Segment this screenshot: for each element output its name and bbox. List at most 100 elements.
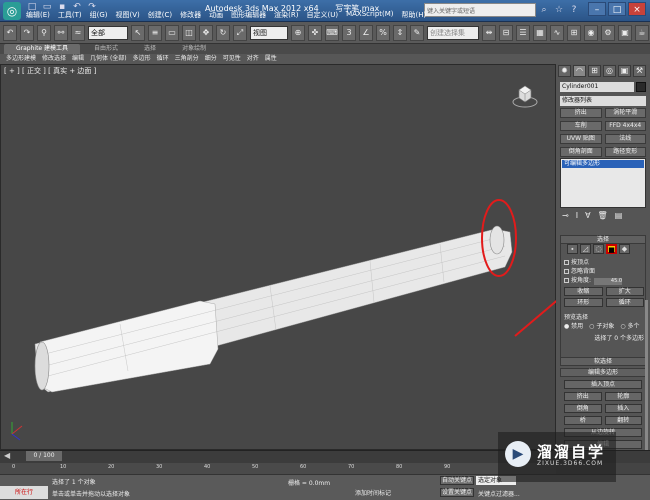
key-filters-button[interactable]: 关键点过滤器... (478, 489, 520, 498)
minimize-button[interactable]: – (588, 2, 606, 16)
angle-snap-icon[interactable]: ∠ (359, 24, 373, 41)
pen-model[interactable] (34, 225, 513, 393)
tab-selection[interactable]: 选择 (132, 44, 168, 54)
modify-icon[interactable]: ◠ (573, 65, 586, 77)
menu-edit[interactable]: 编辑(E) (26, 10, 50, 20)
object-name-field[interactable]: Cylinder001 (560, 82, 634, 92)
menu-group[interactable]: 组(G) (90, 10, 108, 20)
material-editor-icon[interactable]: ◉ (584, 24, 598, 41)
menu-tools[interactable]: 工具(T) (58, 10, 82, 20)
rendered-frame-icon[interactable]: ▣ (618, 24, 632, 41)
app-logo-icon[interactable]: ◎ (3, 2, 21, 20)
menu-animation[interactable]: 动画 (209, 10, 223, 20)
mini-curve-editor-icon[interactable]: ◀ (4, 451, 10, 460)
command-panel-scrollbar[interactable] (645, 300, 648, 450)
select-object-icon[interactable]: ↖ (131, 24, 145, 41)
flip-button[interactable]: 翻转 (604, 416, 642, 425)
preview-disabled-radio[interactable]: ● 禁用 (564, 321, 583, 330)
menu-graph-editors[interactable]: 图形编辑器 (231, 10, 266, 20)
select-and-manipulate-icon[interactable]: ✜ (308, 24, 322, 41)
scale-icon[interactable]: ⤢ (233, 24, 247, 41)
menu-rendering[interactable]: 渲染(R) (274, 10, 298, 20)
viewport-scene[interactable] (0, 74, 556, 450)
rotate-icon[interactable]: ↻ (216, 24, 230, 41)
ribbon-item-loops[interactable]: 循环 (157, 54, 169, 64)
ffd-modifier-button[interactable]: FFD 4x4x4 (604, 121, 646, 131)
preview-subobject-radio[interactable]: ○ 子对象 (589, 321, 614, 330)
soft-selection-rollout-header[interactable]: 软选择 (560, 357, 646, 366)
bind-spacewarp-icon[interactable]: ≈ (71, 24, 85, 41)
utilities-icon[interactable]: ⚒ (633, 65, 646, 77)
ribbon-item-subdivision[interactable]: 细分 (205, 54, 217, 64)
select-by-name-icon[interactable]: ≡ (148, 24, 162, 41)
spinner-snap-icon[interactable]: ⇕ (393, 24, 407, 41)
maximize-button[interactable]: □ (608, 2, 626, 16)
pivot-center-icon[interactable]: ⊕ (291, 24, 305, 41)
menu-maxscript[interactable]: MAXScript(M) (346, 10, 393, 20)
unlink-icon[interactable]: ⚯ (54, 24, 68, 41)
path-deform-modifier-button[interactable]: 路径变形 (604, 147, 646, 157)
turbosmooth-modifier-button[interactable]: 涡轮平滑 (604, 108, 646, 118)
maxscript-listener[interactable]: 所在行 (0, 486, 48, 499)
menu-modifiers[interactable]: 修改器 (180, 10, 201, 20)
inset-button[interactable]: 插入 (604, 404, 642, 413)
ribbon-item-polygon-modeling[interactable]: 多边形建模 (6, 54, 36, 64)
render-setup-icon[interactable]: ⚙ (601, 24, 615, 41)
reference-coordinate-dropdown[interactable]: 视图 (250, 25, 288, 40)
lathe-modifier-button[interactable]: 车削 (560, 121, 602, 131)
configure-sets-icon[interactable]: ▤ (615, 211, 623, 220)
loop-button[interactable]: 循环 (605, 298, 644, 307)
bevel-profile-modifier-button[interactable]: 倒角剖面 (560, 147, 602, 157)
insert-vertex-button[interactable]: 插入顶点 (564, 380, 642, 389)
motion-icon[interactable]: ◎ (603, 65, 616, 77)
display-icon[interactable]: ▣ (618, 65, 631, 77)
layer-manager-icon[interactable]: ☰ (516, 24, 530, 41)
help-icon[interactable]: ? (568, 4, 580, 16)
tab-graphite-modeling[interactable]: Graphite 建模工具 (4, 44, 81, 54)
ignore-backfacing-option[interactable]: 忽略背面 (564, 267, 644, 276)
ignore-backfacing-checkbox[interactable] (564, 269, 569, 274)
add-time-tag[interactable]: 添加时间标记 (355, 488, 391, 497)
edge-subobject-icon[interactable]: ◿ (580, 244, 591, 254)
align-icon[interactable]: ⊟ (499, 24, 513, 41)
edit-polygons-rollout-header[interactable]: 编辑多边形 (560, 368, 646, 377)
curve-editor-icon[interactable]: ∿ (550, 24, 564, 41)
extrude-button[interactable]: 挤出 (564, 392, 602, 401)
named-selection-sets-dropdown[interactable]: 创建选择集 (427, 25, 479, 40)
create-icon[interactable]: ✹ (558, 65, 571, 77)
outline-button[interactable]: 轮廓 (604, 392, 642, 401)
auto-key-button[interactable]: 自动关键点 (440, 476, 474, 485)
ribbon-item-tris[interactable]: 三角剖分 (175, 54, 199, 64)
stack-item-editable-poly[interactable]: 可编辑多边形 (562, 160, 644, 168)
bevel-button[interactable]: 倒角 (564, 404, 602, 413)
undo-tool-icon[interactable]: ↶ (3, 24, 17, 41)
by-vertex-option[interactable]: 按顶点 (564, 258, 644, 267)
render-icon[interactable]: ☕ (635, 24, 649, 41)
ribbon-item-properties[interactable]: 属性 (265, 54, 277, 64)
ring-button[interactable]: 环形 (564, 298, 603, 307)
rectangular-selection-icon[interactable]: ▭ (165, 24, 179, 41)
remove-modifier-icon[interactable]: 🗑 (598, 211, 608, 220)
angle-spinner[interactable]: 45.0 (594, 278, 623, 285)
by-vertex-checkbox[interactable] (564, 260, 569, 265)
search-input[interactable]: 键入关键字或短语 (424, 3, 536, 17)
window-crossing-icon[interactable]: ◫ (182, 24, 196, 41)
object-color-swatch[interactable] (636, 82, 646, 92)
star-icon[interactable]: ☆ (553, 4, 565, 16)
snaps-toggle-icon[interactable]: 3 (342, 24, 356, 41)
grow-button[interactable]: 扩大 (605, 287, 644, 296)
bridge-button[interactable]: 桥 (564, 416, 602, 425)
frame-indicator[interactable]: 0 / 100 (26, 451, 62, 461)
graphite-toggle-icon[interactable]: ▦ (533, 24, 547, 41)
by-angle-option[interactable]: 按角度: 45.0 (564, 276, 644, 285)
extrude-modifier-button[interactable]: 挤出 (560, 108, 602, 118)
uvw-map-modifier-button[interactable]: UVW 贴图 (560, 134, 602, 144)
viewcube-icon[interactable] (511, 82, 539, 110)
track-bar[interactable] (0, 463, 556, 474)
selection-filter-dropdown[interactable]: 全部 (88, 25, 128, 40)
preview-multi-radio[interactable]: ○ 多个 (620, 321, 639, 330)
border-subobject-icon[interactable]: ◌ (593, 244, 604, 254)
vertex-subobject-icon[interactable]: ∙ (567, 244, 578, 254)
menu-customize[interactable]: 自定义(U) (306, 10, 338, 20)
edit-named-selection-icon[interactable]: ✎ (410, 24, 424, 41)
